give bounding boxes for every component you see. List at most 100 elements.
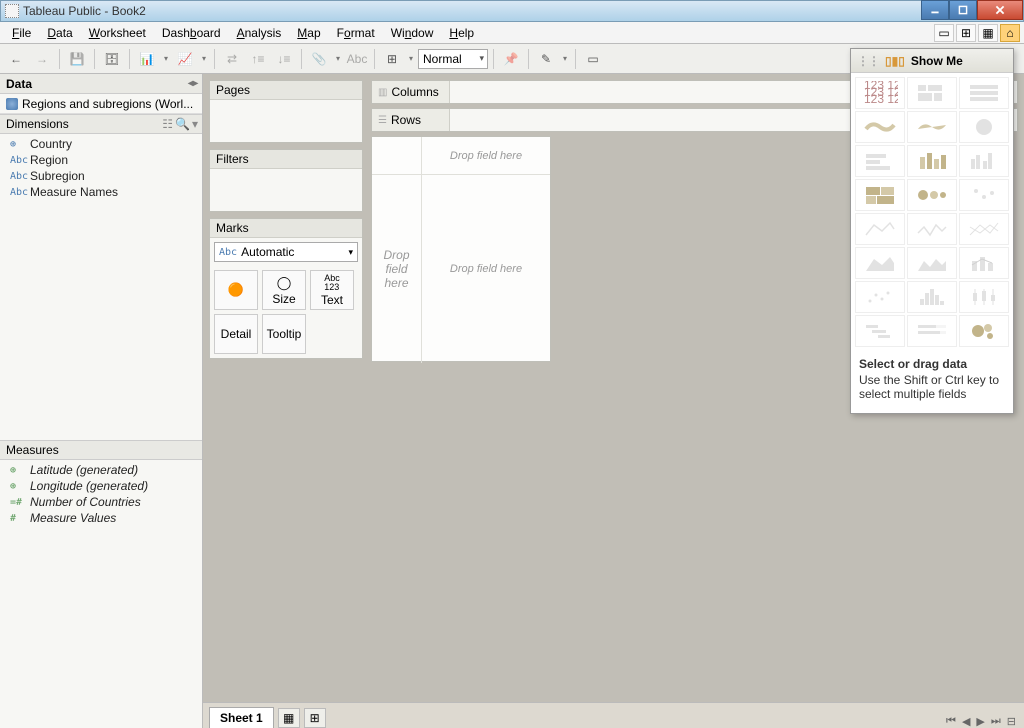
- field-region[interactable]: AbcRegion: [0, 152, 202, 168]
- fix-axes-button[interactable]: 📌: [499, 47, 523, 71]
- drop-field-col[interactable]: Drop field here: [422, 137, 550, 174]
- show-me-titlebar[interactable]: ⋮⋮ ▯▮▯ Show Me: [851, 49, 1013, 73]
- window-close-button[interactable]: [977, 0, 1023, 20]
- workspace-icon[interactable]: ▦: [978, 24, 998, 42]
- chart-histogram[interactable]: [907, 281, 957, 313]
- sort-asc-button[interactable]: ↑≡: [246, 47, 270, 71]
- collapse-icon[interactable]: ◂▸: [188, 78, 198, 89]
- menu-icon[interactable]: ▾: [192, 117, 198, 131]
- marks-tooltip-button[interactable]: Tooltip: [262, 314, 306, 354]
- sort-desc-button[interactable]: ↓≡: [272, 47, 296, 71]
- run-update-button[interactable]: 📈: [173, 47, 197, 71]
- new-dashboard-button[interactable]: ⊞: [304, 708, 326, 728]
- marks-type-select[interactable]: AbcAutomatic: [214, 242, 358, 262]
- chart-line-cont[interactable]: [855, 213, 905, 245]
- pages-card[interactable]: Pages: [209, 80, 363, 143]
- marks-detail-button[interactable]: Detail: [214, 314, 258, 354]
- group-button[interactable]: 📎: [307, 47, 331, 71]
- nav-first[interactable]: ⏮: [944, 715, 958, 728]
- dimensions-header: Dimensions ☷🔍▾: [0, 114, 202, 134]
- fit-select[interactable]: Normal: [418, 49, 488, 69]
- field-country[interactable]: ⊕Country: [0, 136, 202, 152]
- save-button[interactable]: 💾: [65, 47, 89, 71]
- view-icon[interactable]: ☷: [162, 117, 173, 131]
- presentation-button[interactable]: ▭: [581, 47, 605, 71]
- show-me-footer-text: Use the Shift or Ctrl key to select mult…: [859, 373, 1005, 401]
- group-dropdown[interactable]: ▾: [333, 47, 343, 71]
- show-me-panel[interactable]: ⋮⋮ ▯▮▯ Show Me 123 123123 123123 123 Sel…: [850, 48, 1014, 414]
- chart-circle-side[interactable]: [959, 179, 1009, 211]
- show-labels-button[interactable]: Abc: [345, 47, 369, 71]
- chart-circle-views[interactable]: [907, 179, 957, 211]
- chart-treemap[interactable]: [855, 179, 905, 211]
- menu-analysis[interactable]: Analysis: [229, 24, 290, 42]
- chart-scatter[interactable]: [855, 281, 905, 313]
- nav-prev[interactable]: ◀: [960, 715, 972, 728]
- field-number-countries[interactable]: =#Number of Countries: [0, 494, 202, 510]
- home-icon[interactable]: ⌂: [1000, 24, 1020, 42]
- nav-show-sheets[interactable]: ⊟: [1005, 715, 1018, 728]
- menu-help[interactable]: Help: [441, 24, 482, 42]
- field-longitude[interactable]: ⊕Longitude (generated): [0, 478, 202, 494]
- menu-data[interactable]: Data: [39, 24, 80, 42]
- app-icon: [5, 4, 19, 18]
- menu-map[interactable]: Map: [289, 24, 328, 42]
- menu-worksheet[interactable]: Worksheet: [81, 24, 154, 42]
- chart-pie[interactable]: [959, 111, 1009, 143]
- field-measure-names[interactable]: AbcMeasure Names: [0, 184, 202, 200]
- chart-symbol-map[interactable]: [855, 111, 905, 143]
- chart-area-disc[interactable]: [907, 247, 957, 279]
- nav-next[interactable]: ▶: [974, 715, 986, 728]
- field-measure-values[interactable]: #Measure Values: [0, 510, 202, 526]
- swap-button[interactable]: ⇄: [220, 47, 244, 71]
- redo-button[interactable]: →: [30, 47, 54, 71]
- datasource-icon: [6, 98, 18, 110]
- drop-field-row[interactable]: Drop field here: [372, 175, 422, 363]
- chart-stacked-bar[interactable]: [907, 145, 957, 177]
- pivot-button[interactable]: ⊞: [380, 47, 404, 71]
- new-worksheet-button[interactable]: ▦: [278, 708, 300, 728]
- undo-button[interactable]: ←: [4, 47, 28, 71]
- highlight-button[interactable]: ✎: [534, 47, 558, 71]
- view-canvas[interactable]: Drop field here Drop field here Drop fie…: [371, 136, 551, 362]
- chart-filled-map[interactable]: [907, 111, 957, 143]
- chart-heat-map[interactable]: [907, 77, 957, 109]
- nav-last[interactable]: ⏭: [989, 715, 1003, 728]
- chart-gantt[interactable]: [855, 315, 905, 347]
- chart-packed-bubbles[interactable]: [959, 315, 1009, 347]
- chart-box-plot[interactable]: [959, 281, 1009, 313]
- chart-dual-line[interactable]: [959, 213, 1009, 245]
- pivot-dropdown[interactable]: ▾: [406, 47, 416, 71]
- window-minimize-button[interactable]: [921, 0, 949, 20]
- highlight-dropdown[interactable]: ▾: [560, 47, 570, 71]
- auto-updates-dropdown[interactable]: ▾: [161, 47, 171, 71]
- marks-text-button[interactable]: Abc123Text: [310, 270, 354, 310]
- chart-area-cont[interactable]: [855, 247, 905, 279]
- chart-side-bar[interactable]: [959, 145, 1009, 177]
- presentation-mode-icon[interactable]: ▭: [934, 24, 954, 42]
- chart-text-table[interactable]: 123 123123 123123 123: [855, 77, 905, 109]
- menu-format[interactable]: Format: [329, 24, 383, 42]
- field-latitude[interactable]: ⊕Latitude (generated): [0, 462, 202, 478]
- sheet-tab[interactable]: Sheet 1: [209, 707, 274, 728]
- cards-toggle-icon[interactable]: ⊞: [956, 24, 976, 42]
- chart-bullet[interactable]: [907, 315, 957, 347]
- drop-field-main[interactable]: Drop field here: [422, 175, 550, 363]
- menu-dashboard[interactable]: Dashboard: [154, 24, 229, 42]
- marks-color-button[interactable]: 🟠: [214, 270, 258, 310]
- new-datasource-button[interactable]: 🗄: [100, 47, 124, 71]
- chart-highlight-table[interactable]: [959, 77, 1009, 109]
- auto-updates-button[interactable]: 📊: [135, 47, 159, 71]
- run-update-dropdown[interactable]: ▾: [199, 47, 209, 71]
- window-maximize-button[interactable]: [949, 0, 977, 20]
- field-subregion[interactable]: AbcSubregion: [0, 168, 202, 184]
- menu-window[interactable]: Window: [383, 24, 442, 42]
- marks-size-button[interactable]: ◯Size: [262, 270, 306, 310]
- chart-line-disc[interactable]: [907, 213, 957, 245]
- filters-card[interactable]: Filters: [209, 149, 363, 212]
- search-icon[interactable]: 🔍: [175, 117, 190, 131]
- chart-hbar[interactable]: [855, 145, 905, 177]
- chart-dual-combo[interactable]: [959, 247, 1009, 279]
- datasource-item[interactable]: Regions and subregions (Worl...: [0, 94, 202, 114]
- menu-file[interactable]: File: [4, 24, 39, 42]
